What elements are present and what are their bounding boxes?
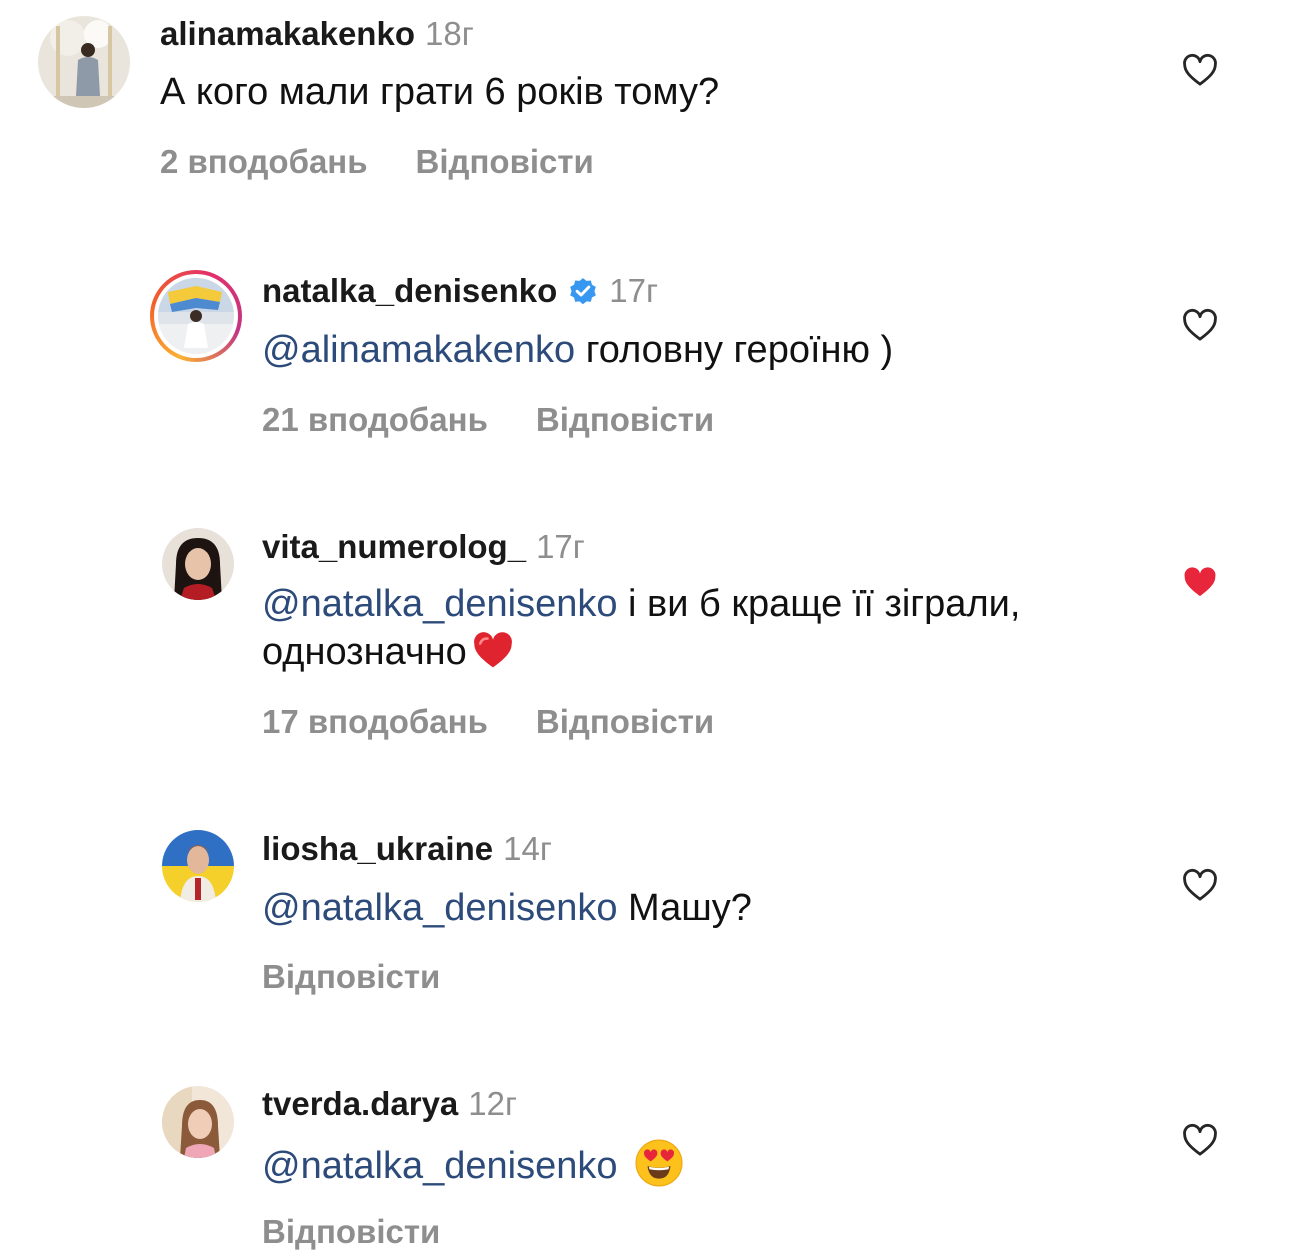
heart-outline-icon	[1183, 53, 1217, 86]
comment-text-content: головну героїню )	[575, 329, 894, 371]
timestamp: 17г	[536, 528, 585, 565]
avatar[interactable]	[162, 830, 234, 902]
likes-count[interactable]: 17 вподобань	[262, 703, 488, 740]
like-button[interactable]	[1180, 865, 1220, 905]
username[interactable]: liosha_ukraine	[262, 830, 493, 867]
comment-text-content: Машу?	[617, 887, 752, 929]
username[interactable]: vita_numerolog_	[262, 528, 526, 565]
red-heart-emoji	[471, 628, 515, 672]
heart-outline-icon	[1183, 1123, 1217, 1156]
reply-button[interactable]: Відповісти	[416, 143, 594, 180]
mention-link[interactable]: @natalka_denisenko	[262, 1145, 618, 1187]
reply-button[interactable]: Відповісти	[536, 703, 714, 740]
reply-button[interactable]: Відповісти	[536, 401, 714, 438]
comment-text: @alinamakakenko головну героїню )	[262, 326, 1162, 374]
username[interactable]: natalka_denisenko	[262, 272, 557, 309]
like-button[interactable]	[1180, 562, 1220, 602]
avatar[interactable]	[38, 16, 130, 108]
username[interactable]: tverda.darya	[262, 1085, 458, 1122]
comment-text: @natalka_denisenko Машу?	[262, 884, 1162, 932]
reply-button[interactable]: Відповісти	[262, 958, 440, 995]
avatar[interactable]	[162, 1086, 234, 1158]
likes-count[interactable]: 2 вподобань	[160, 143, 368, 180]
timestamp: 12г	[468, 1085, 518, 1122]
heart-outline-icon	[1183, 308, 1217, 341]
mention-link[interactable]: @alinamakakenko	[262, 329, 575, 371]
reply-button[interactable]: Відповісти	[262, 1213, 440, 1250]
mention-link[interactable]: @natalka_denisenko	[262, 887, 618, 929]
heart-filled-icon	[1184, 567, 1216, 597]
comment-text-content: А кого мали грати 6 років тому?	[160, 71, 720, 113]
mention-link[interactable]: @natalka_denisenko	[262, 583, 618, 625]
timestamp: 14г	[503, 830, 552, 867]
like-button[interactable]	[1180, 1120, 1220, 1160]
avatar[interactable]	[150, 270, 242, 362]
comment-text: @natalka_denisenko і ви б краще її зігра…	[262, 580, 1142, 676]
comment-text: @natalka_denisenko	[262, 1138, 1162, 1190]
likes-count[interactable]: 21 вподобань	[262, 401, 488, 438]
comment-text: А кого мали грати 6 років тому?	[160, 68, 1060, 116]
timestamp: 18г	[424, 15, 474, 52]
verified-badge-icon	[567, 275, 599, 307]
heart-eyes-emoji	[634, 1138, 684, 1188]
like-button[interactable]	[1180, 305, 1220, 345]
username[interactable]: alinamakakenko	[160, 15, 415, 52]
like-button[interactable]	[1180, 50, 1220, 90]
avatar[interactable]	[162, 528, 234, 600]
heart-outline-icon	[1183, 868, 1217, 901]
timestamp: 17г	[609, 272, 659, 309]
